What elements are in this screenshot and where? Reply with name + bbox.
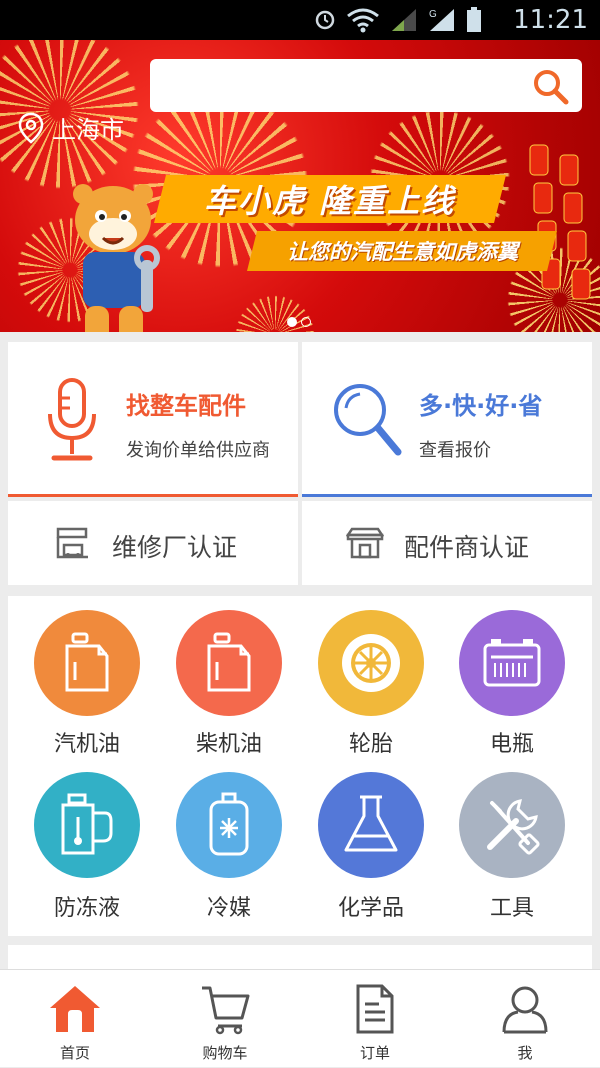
category-tire[interactable] bbox=[318, 610, 424, 716]
category-label: 柴机油 bbox=[195, 732, 262, 757]
banner-title-text: 车小虎 隆重上线 bbox=[204, 182, 456, 220]
signal-1-icon bbox=[392, 9, 416, 31]
tab-cart[interactable]: 购物车 bbox=[150, 970, 300, 1068]
cart-icon bbox=[202, 986, 250, 1035]
category-label: 汽机油 bbox=[53, 732, 120, 757]
parts-store-certification[interactable]: 配件商认证 bbox=[302, 501, 592, 585]
magnifier-icon bbox=[334, 384, 402, 456]
signal-2-icon: G bbox=[429, 9, 454, 31]
tiger-mascot-image bbox=[73, 184, 160, 332]
category-label: 防冻液 bbox=[53, 896, 120, 921]
category-grid: 汽机油 柴机油 轮胎 电瓶 防冻液 冷媒 化学品 工具 bbox=[8, 596, 592, 936]
tab-orders[interactable]: 订单 bbox=[300, 970, 450, 1068]
status-time: 11:21 bbox=[513, 5, 588, 35]
bottom-tab-bar: 首页 购物车 订单 我 bbox=[0, 969, 600, 1067]
certification-label: 维修厂认证 bbox=[112, 533, 238, 562]
tab-label: 订单 bbox=[359, 1044, 390, 1062]
quick-action-find-parts[interactable]: 找整车配件 发询价单给供应商 bbox=[8, 342, 298, 497]
tools-icon bbox=[487, 799, 540, 855]
location-selector[interactable]: 上海市 bbox=[18, 110, 124, 145]
category-chemicals[interactable] bbox=[318, 772, 424, 878]
category-refrigerant[interactable] bbox=[176, 772, 282, 878]
battery-status-icon bbox=[467, 7, 481, 32]
quick-action-quotes[interactable]: 多·快·好·省 查看报价 bbox=[302, 342, 592, 497]
status-icons: G bbox=[314, 6, 482, 34]
pager-dot-active[interactable] bbox=[287, 317, 297, 327]
flask-icon bbox=[344, 795, 398, 852]
pager-dot[interactable] bbox=[301, 317, 311, 327]
banner-pager[interactable] bbox=[287, 317, 311, 327]
category-diesel-oil[interactable] bbox=[176, 610, 282, 716]
quick-action-desc: 发询价单给供应商 bbox=[126, 440, 270, 461]
wifi-icon bbox=[347, 8, 379, 33]
category-label: 工具 bbox=[489, 896, 534, 921]
category-battery[interactable] bbox=[459, 610, 565, 716]
repair-shop-icon bbox=[56, 527, 88, 559]
battery-icon bbox=[483, 639, 541, 687]
parts-store-icon bbox=[346, 527, 384, 559]
tab-label: 首页 bbox=[59, 1044, 90, 1062]
tab-me[interactable]: 我 bbox=[450, 970, 600, 1068]
banner-title: 车小虎 隆重上线 bbox=[154, 175, 506, 223]
status-bar: G 11:21 bbox=[0, 0, 600, 40]
category-label: 轮胎 bbox=[348, 732, 393, 757]
oil-can-icon bbox=[207, 632, 251, 692]
search-icon bbox=[534, 70, 569, 105]
quick-action-title: 找整车配件 bbox=[126, 392, 246, 420]
svg-text:G: G bbox=[429, 9, 437, 20]
user-icon bbox=[502, 986, 548, 1034]
category-label: 冷媒 bbox=[206, 896, 251, 921]
coolant-icon bbox=[61, 793, 113, 855]
category-label: 化学品 bbox=[337, 896, 404, 921]
tab-home[interactable]: 首页 bbox=[0, 970, 150, 1068]
location-pin-icon bbox=[18, 112, 44, 144]
alarm-icon bbox=[315, 10, 335, 30]
category-tools[interactable] bbox=[459, 772, 565, 878]
microphone-icon bbox=[48, 378, 96, 461]
banner-subtitle: 让您的汽配生意如虎添翼 bbox=[247, 231, 557, 271]
repair-shop-certification[interactable]: 维修厂认证 bbox=[8, 501, 298, 585]
tab-label: 购物车 bbox=[202, 1044, 248, 1062]
city-label: 上海市 bbox=[52, 116, 124, 144]
quick-action-desc: 查看报价 bbox=[419, 440, 491, 461]
promo-banner[interactable]: 上海市 车小虎 隆重上线 让您的汽配生意如虎添翼 bbox=[0, 40, 600, 332]
category-label: 电瓶 bbox=[489, 732, 534, 757]
search-button[interactable] bbox=[532, 68, 570, 106]
refrigerant-icon bbox=[209, 792, 249, 856]
banner-subtitle-text: 让您的汽配生意如虎添翼 bbox=[286, 240, 518, 264]
quick-action-title: 多·快·好·省 bbox=[419, 392, 543, 420]
category-engine-oil[interactable] bbox=[34, 610, 140, 716]
home-icon bbox=[50, 986, 100, 1032]
order-icon bbox=[356, 984, 394, 1034]
category-antifreeze[interactable] bbox=[34, 772, 140, 878]
certification-label: 配件商认证 bbox=[404, 533, 530, 562]
tire-icon bbox=[342, 634, 400, 692]
search-input[interactable] bbox=[150, 59, 582, 112]
oil-can-icon bbox=[65, 632, 109, 692]
tab-label: 我 bbox=[517, 1044, 533, 1062]
